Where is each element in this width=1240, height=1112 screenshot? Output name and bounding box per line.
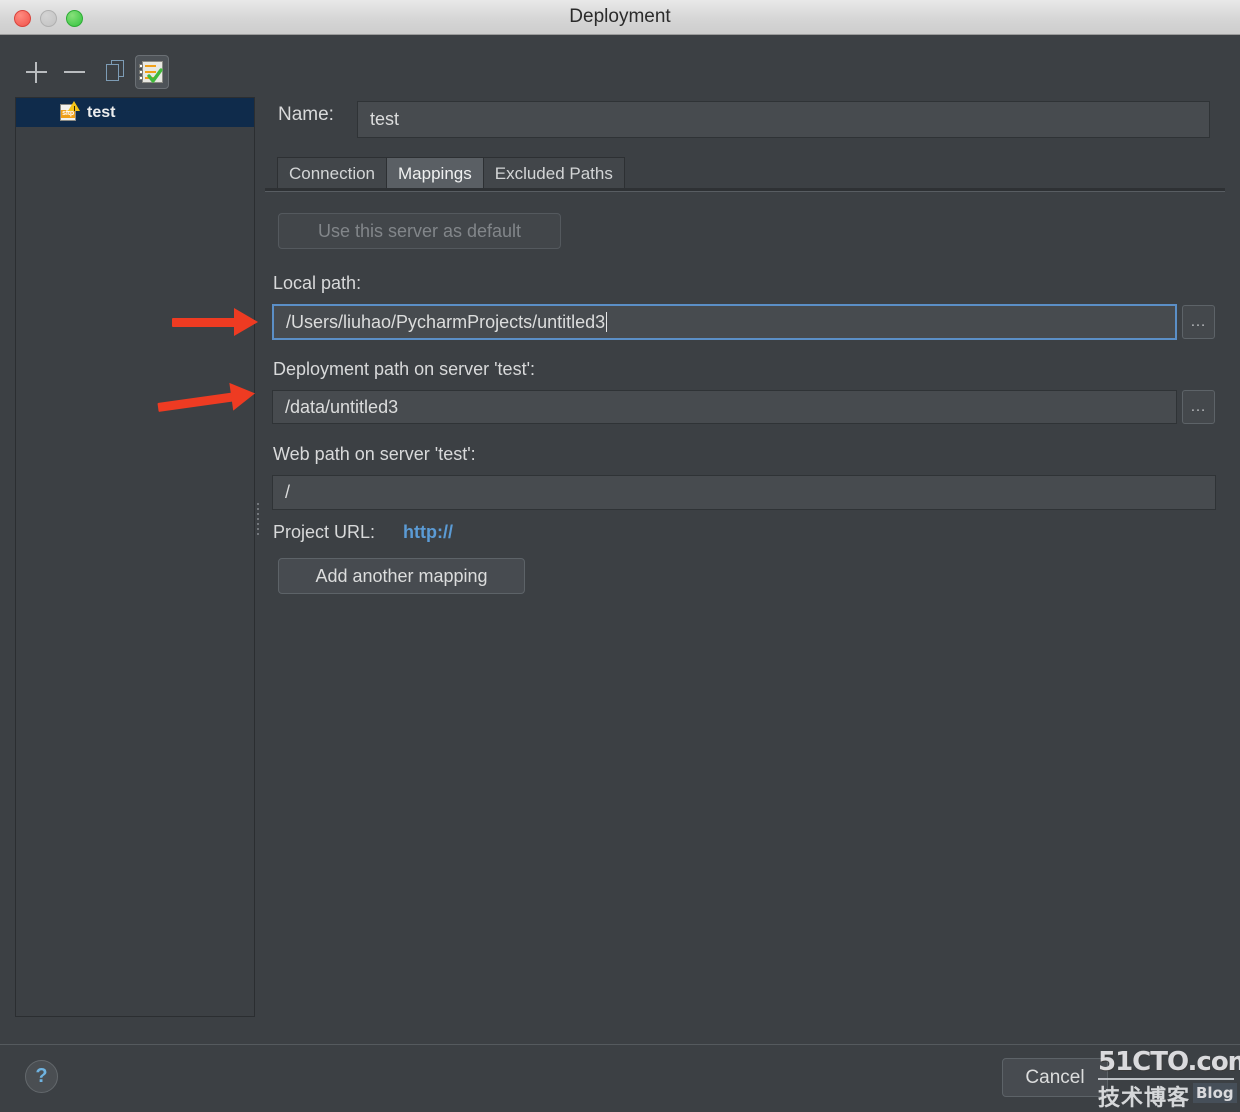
plus-icon [20, 55, 54, 89]
server-list-item-test[interactable]: sftp test [16, 98, 254, 127]
deployment-path-label: Deployment path on server 'test': [273, 359, 536, 379]
annotation-arrow-local-path [172, 307, 267, 337]
web-path-input[interactable]: / [272, 475, 1216, 510]
window-titlebar: Deployment [0, 0, 1240, 35]
server-list-item-label: test [87, 103, 116, 121]
remove-server-button[interactable] [58, 55, 92, 89]
project-url-label: Project URL: [273, 522, 376, 542]
validate-connection-button[interactable] [135, 55, 169, 89]
project-url-link[interactable]: http:// [403, 522, 453, 543]
copy-icon [98, 55, 132, 89]
settings-tabs: Connection Mappings Excluded Paths [277, 157, 625, 190]
deployment-path-browse-button[interactable]: … [1182, 390, 1215, 424]
use-this-server-as-default-button[interactable]: Use this server as default [278, 213, 561, 249]
watermark-blog-badge: Blog [1193, 1083, 1237, 1103]
server-list-toolbar [15, 55, 255, 97]
tab-mappings[interactable]: Mappings [386, 157, 483, 190]
name-label: Name: [278, 104, 334, 125]
copy-server-button[interactable] [98, 55, 132, 89]
green-check-icon [147, 68, 163, 83]
dialog-body: sftp test Name: test Connection Mappings… [0, 35, 1240, 1111]
tab-excluded-paths[interactable]: Excluded Paths [482, 157, 625, 190]
cancel-button[interactable]: Cancel [1002, 1058, 1108, 1097]
deployment-path-input[interactable]: /data/untitled3 [272, 390, 1177, 424]
sftp-warning-icon: sftp [60, 101, 80, 122]
text-caret [606, 312, 608, 332]
tabs-divider [265, 188, 1225, 192]
minus-icon [58, 55, 92, 89]
add-server-button[interactable] [20, 55, 54, 89]
panel-splitter-handle[interactable] [256, 503, 261, 537]
local-path-label: Local path: [273, 273, 362, 293]
window-title: Deployment [569, 6, 671, 27]
add-another-mapping-button[interactable]: Add another mapping [278, 558, 525, 594]
tab-connection[interactable]: Connection [277, 157, 387, 190]
watermark-top-text: 51CTO.com [1098, 1047, 1240, 1077]
watermark-bottom-text: 技术博客 [1098, 1086, 1191, 1111]
help-button[interactable]: ? [25, 1060, 58, 1093]
sftp-icon-label: sftp [61, 110, 75, 118]
local-path-browse-button[interactable]: … [1182, 305, 1215, 339]
footer-divider [0, 1044, 1240, 1045]
validate-checklist-icon [136, 56, 168, 88]
server-list-panel[interactable]: sftp test [15, 97, 255, 1017]
local-path-value: /Users/liuhao/PycharmProjects/untitled3 [286, 311, 606, 332]
watermark: 51CTO.com 技术博客 Blog [1098, 1045, 1240, 1111]
local-path-input[interactable]: /Users/liuhao/PycharmProjects/untitled3 [272, 304, 1177, 340]
name-input[interactable]: test [357, 101, 1210, 138]
web-path-label: Web path on server 'test': [273, 444, 476, 464]
